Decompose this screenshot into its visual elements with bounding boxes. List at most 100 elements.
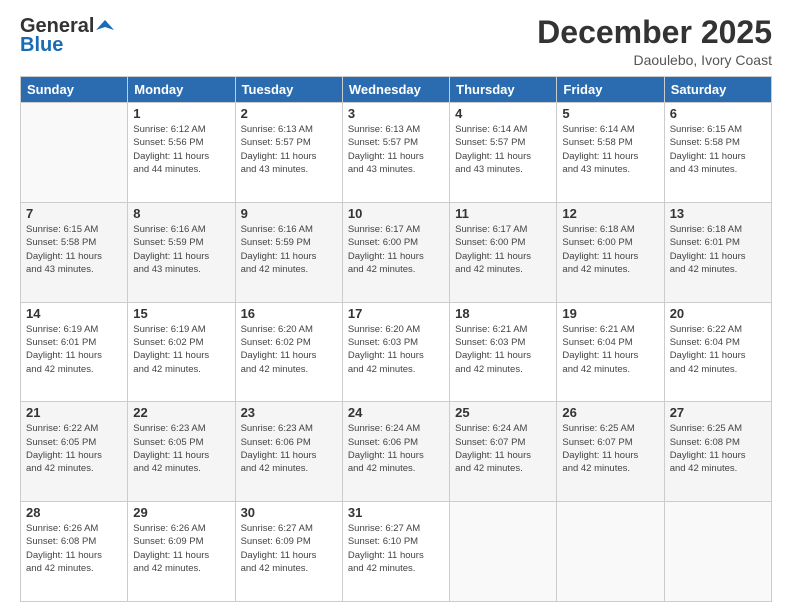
sunrise-text: Sunrise: 6:24 AM bbox=[455, 422, 551, 435]
day-number: 8 bbox=[133, 206, 229, 221]
sunset-text: Sunset: 6:03 PM bbox=[348, 336, 444, 349]
sunset-text: Sunset: 5:58 PM bbox=[670, 136, 766, 149]
daylight-text: Daylight: 11 hours bbox=[562, 250, 658, 263]
daylight-text-cont: and 43 minutes. bbox=[455, 163, 551, 176]
day-number: 6 bbox=[670, 106, 766, 121]
sunset-text: Sunset: 5:59 PM bbox=[133, 236, 229, 249]
daylight-text: Daylight: 11 hours bbox=[241, 150, 337, 163]
day-number: 7 bbox=[26, 206, 122, 221]
day-number: 10 bbox=[348, 206, 444, 221]
daylight-text-cont: and 42 minutes. bbox=[348, 363, 444, 376]
day-cell: 19Sunrise: 6:21 AMSunset: 6:04 PMDayligh… bbox=[557, 302, 664, 402]
sunset-text: Sunset: 6:02 PM bbox=[133, 336, 229, 349]
daylight-text-cont: and 42 minutes. bbox=[133, 363, 229, 376]
day-info: Sunrise: 6:17 AMSunset: 6:00 PMDaylight:… bbox=[348, 223, 444, 276]
sunrise-text: Sunrise: 6:22 AM bbox=[26, 422, 122, 435]
day-info: Sunrise: 6:18 AMSunset: 6:00 PMDaylight:… bbox=[562, 223, 658, 276]
col-tuesday: Tuesday bbox=[235, 77, 342, 103]
sunrise-text: Sunrise: 6:27 AM bbox=[241, 522, 337, 535]
day-info: Sunrise: 6:16 AMSunset: 5:59 PMDaylight:… bbox=[241, 223, 337, 276]
daylight-text: Daylight: 11 hours bbox=[133, 250, 229, 263]
day-info: Sunrise: 6:24 AMSunset: 6:07 PMDaylight:… bbox=[455, 422, 551, 475]
daylight-text: Daylight: 11 hours bbox=[348, 349, 444, 362]
header: General Blue December 2025 Daoulebo, Ivo… bbox=[20, 15, 772, 68]
day-number: 18 bbox=[455, 306, 551, 321]
sunrise-text: Sunrise: 6:15 AM bbox=[670, 123, 766, 136]
daylight-text: Daylight: 11 hours bbox=[26, 449, 122, 462]
daylight-text-cont: and 42 minutes. bbox=[455, 363, 551, 376]
day-info: Sunrise: 6:21 AMSunset: 6:03 PMDaylight:… bbox=[455, 323, 551, 376]
sunrise-text: Sunrise: 6:25 AM bbox=[562, 422, 658, 435]
sunrise-text: Sunrise: 6:14 AM bbox=[455, 123, 551, 136]
daylight-text-cont: and 42 minutes. bbox=[455, 462, 551, 475]
day-info: Sunrise: 6:13 AMSunset: 5:57 PMDaylight:… bbox=[241, 123, 337, 176]
sunrise-text: Sunrise: 6:17 AM bbox=[455, 223, 551, 236]
day-number: 31 bbox=[348, 505, 444, 520]
day-number: 24 bbox=[348, 405, 444, 420]
sunset-text: Sunset: 6:05 PM bbox=[133, 436, 229, 449]
sunset-text: Sunset: 5:58 PM bbox=[26, 236, 122, 249]
sunrise-text: Sunrise: 6:13 AM bbox=[241, 123, 337, 136]
daylight-text: Daylight: 11 hours bbox=[455, 349, 551, 362]
sunrise-text: Sunrise: 6:18 AM bbox=[670, 223, 766, 236]
daylight-text: Daylight: 11 hours bbox=[562, 150, 658, 163]
day-number: 12 bbox=[562, 206, 658, 221]
sunrise-text: Sunrise: 6:22 AM bbox=[670, 323, 766, 336]
day-info: Sunrise: 6:23 AMSunset: 6:06 PMDaylight:… bbox=[241, 422, 337, 475]
col-monday: Monday bbox=[128, 77, 235, 103]
sunset-text: Sunset: 6:01 PM bbox=[670, 236, 766, 249]
day-cell: 21Sunrise: 6:22 AMSunset: 6:05 PMDayligh… bbox=[21, 402, 128, 502]
day-info: Sunrise: 6:24 AMSunset: 6:06 PMDaylight:… bbox=[348, 422, 444, 475]
daylight-text: Daylight: 11 hours bbox=[241, 349, 337, 362]
daylight-text: Daylight: 11 hours bbox=[348, 449, 444, 462]
day-cell: 3Sunrise: 6:13 AMSunset: 5:57 PMDaylight… bbox=[342, 103, 449, 203]
day-info: Sunrise: 6:16 AMSunset: 5:59 PMDaylight:… bbox=[133, 223, 229, 276]
day-info: Sunrise: 6:21 AMSunset: 6:04 PMDaylight:… bbox=[562, 323, 658, 376]
day-number: 5 bbox=[562, 106, 658, 121]
daylight-text-cont: and 42 minutes. bbox=[133, 462, 229, 475]
day-cell: 13Sunrise: 6:18 AMSunset: 6:01 PMDayligh… bbox=[664, 202, 771, 302]
day-cell: 28Sunrise: 6:26 AMSunset: 6:08 PMDayligh… bbox=[21, 502, 128, 602]
daylight-text-cont: and 43 minutes. bbox=[26, 263, 122, 276]
daylight-text: Daylight: 11 hours bbox=[241, 250, 337, 263]
sunrise-text: Sunrise: 6:14 AM bbox=[562, 123, 658, 136]
daylight-text: Daylight: 11 hours bbox=[670, 250, 766, 263]
day-number: 2 bbox=[241, 106, 337, 121]
sunset-text: Sunset: 6:10 PM bbox=[348, 535, 444, 548]
col-sunday: Sunday bbox=[21, 77, 128, 103]
sunset-text: Sunset: 6:01 PM bbox=[26, 336, 122, 349]
sunrise-text: Sunrise: 6:24 AM bbox=[348, 422, 444, 435]
daylight-text: Daylight: 11 hours bbox=[26, 549, 122, 562]
day-info: Sunrise: 6:20 AMSunset: 6:03 PMDaylight:… bbox=[348, 323, 444, 376]
day-info: Sunrise: 6:19 AMSunset: 6:02 PMDaylight:… bbox=[133, 323, 229, 376]
logo-blue-text: Blue bbox=[20, 34, 63, 57]
day-cell: 25Sunrise: 6:24 AMSunset: 6:07 PMDayligh… bbox=[450, 402, 557, 502]
sunset-text: Sunset: 6:05 PM bbox=[26, 436, 122, 449]
sunrise-text: Sunrise: 6:21 AM bbox=[562, 323, 658, 336]
daylight-text-cont: and 42 minutes. bbox=[133, 562, 229, 575]
month-title: December 2025 bbox=[537, 15, 772, 50]
daylight-text-cont: and 42 minutes. bbox=[670, 462, 766, 475]
daylight-text: Daylight: 11 hours bbox=[133, 349, 229, 362]
day-info: Sunrise: 6:26 AMSunset: 6:08 PMDaylight:… bbox=[26, 522, 122, 575]
daylight-text-cont: and 42 minutes. bbox=[348, 562, 444, 575]
col-friday: Friday bbox=[557, 77, 664, 103]
day-cell: 29Sunrise: 6:26 AMSunset: 6:09 PMDayligh… bbox=[128, 502, 235, 602]
daylight-text-cont: and 43 minutes. bbox=[348, 163, 444, 176]
sunrise-text: Sunrise: 6:20 AM bbox=[348, 323, 444, 336]
day-cell: 23Sunrise: 6:23 AMSunset: 6:06 PMDayligh… bbox=[235, 402, 342, 502]
day-info: Sunrise: 6:27 AMSunset: 6:10 PMDaylight:… bbox=[348, 522, 444, 575]
day-cell bbox=[450, 502, 557, 602]
daylight-text: Daylight: 11 hours bbox=[133, 549, 229, 562]
day-cell: 14Sunrise: 6:19 AMSunset: 6:01 PMDayligh… bbox=[21, 302, 128, 402]
sunrise-text: Sunrise: 6:17 AM bbox=[348, 223, 444, 236]
day-cell bbox=[21, 103, 128, 203]
daylight-text-cont: and 42 minutes. bbox=[562, 263, 658, 276]
day-info: Sunrise: 6:22 AMSunset: 6:04 PMDaylight:… bbox=[670, 323, 766, 376]
day-cell: 2 Sunrise: 6:13 AMSunset: 5:57 PMDaylight… bbox=[235, 103, 342, 203]
calendar-table: Sunday Monday Tuesday Wednesday Thursday… bbox=[20, 76, 772, 602]
daylight-text: Daylight: 11 hours bbox=[241, 549, 337, 562]
sunset-text: Sunset: 6:00 PM bbox=[348, 236, 444, 249]
day-number: 1 bbox=[133, 106, 229, 121]
sunrise-text: Sunrise: 6:15 AM bbox=[26, 223, 122, 236]
